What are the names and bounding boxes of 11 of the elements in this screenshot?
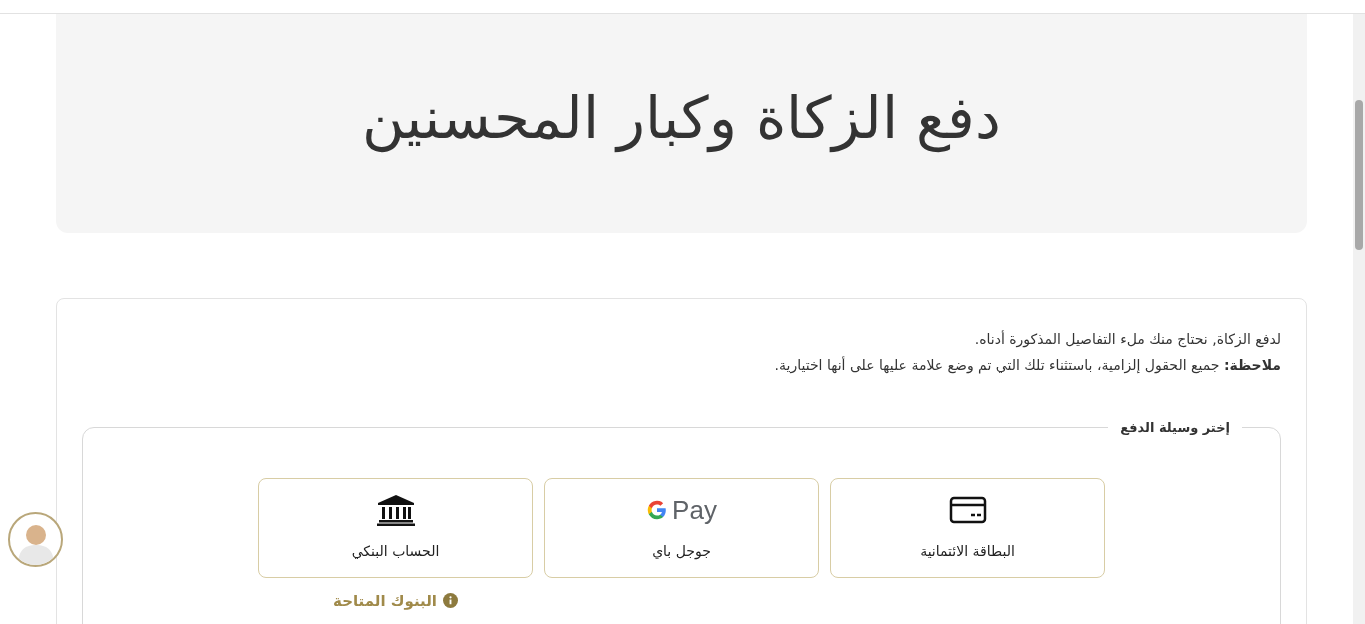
payment-method-option[interactable]: البطاقة الائتمانية bbox=[830, 477, 1105, 578]
intro-text: لدفع الزكاة, نحتاج منك ملء التفاصيل المذكورة أدناه. bbox=[973, 329, 1281, 350]
info-icon bbox=[442, 593, 458, 609]
intro-text: ملاحظة: جميع الحقول إلزامية، باستثناء تلك التي تم وضع علامة عليها على أنها اختيارية. bbox=[773, 355, 1281, 376]
google-pay-logo: Pay bbox=[646, 490, 717, 530]
payment-method-option[interactable]: الحساب البنكي bbox=[258, 477, 533, 578]
group-legend: إختر وسيلة الدفع bbox=[1108, 418, 1242, 438]
credit-card-icon bbox=[948, 496, 987, 524]
page-title: دفع الزكاة وكبار المحسنين bbox=[361, 83, 1002, 155]
assistant-avatar[interactable] bbox=[8, 512, 63, 567]
bank-icon bbox=[375, 494, 416, 526]
